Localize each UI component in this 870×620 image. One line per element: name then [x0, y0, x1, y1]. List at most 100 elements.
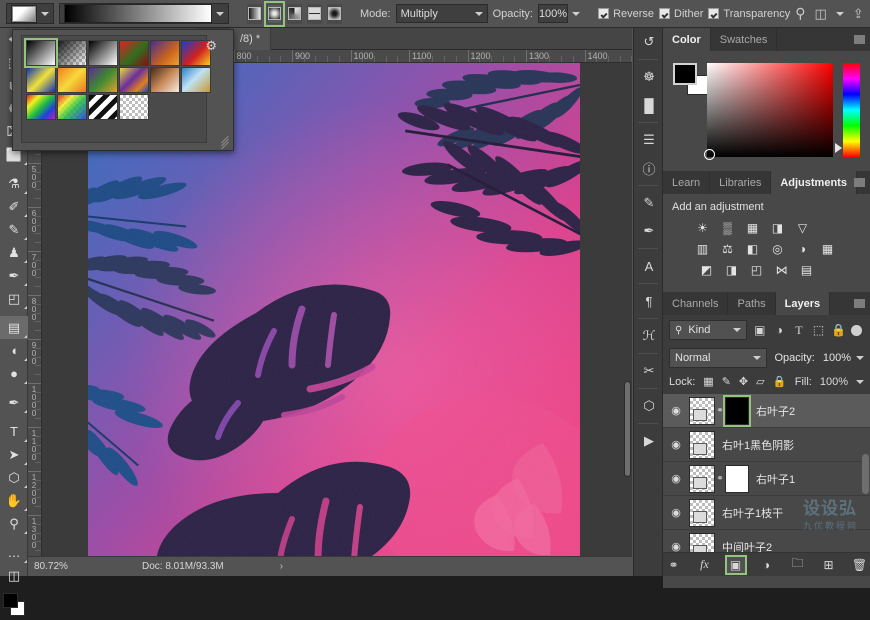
fill-value[interactable]: 100%: [820, 376, 848, 388]
layer-thumbnail[interactable]: [689, 396, 715, 425]
clone-stamp-tool[interactable]: ♟: [0, 241, 28, 264]
panel-icon-rail[interactable]: ↺ ☸ █ ☰ ⓘ ✎ ✒ A ¶ ℋ ✂ ⬡ ▶: [633, 28, 663, 576]
share-icon[interactable]: ⇪: [853, 6, 864, 22]
layer-mask-thumbnail[interactable]: [725, 464, 749, 493]
resize-grip[interactable]: [220, 135, 230, 150]
lock-transparent-pixels-icon[interactable]: ▦: [703, 375, 713, 388]
link-layers-icon[interactable]: ⚭: [665, 557, 683, 573]
scrollbar-thumb[interactable]: [624, 381, 631, 477]
tool-flyout-triangle-icon[interactable]: [24, 410, 27, 413]
layer-mask-thumbnail[interactable]: [723, 394, 751, 427]
blur-tool[interactable]: ◖: [0, 339, 28, 362]
transparency-checkbox[interactable]: Transparency: [708, 8, 790, 20]
tool-flyout-triangle-icon[interactable]: [24, 162, 27, 165]
gradient-preset-swatch[interactable]: [11, 4, 37, 23]
eraser-tool[interactable]: ◰: [0, 287, 28, 310]
color-balance-icon[interactable]: ⚖: [719, 241, 736, 256]
history-icon[interactable]: ↺: [634, 28, 664, 56]
tool-flyout-triangle-icon[interactable]: [24, 381, 27, 384]
adjustment-icon-rows[interactable]: ☀ ▒ ▦ ◨ ▽ ▥ ⚖ ◧ ◎ ◑ ▦ ◩ ◨ ◰ ⋈ ▤: [672, 220, 861, 277]
color-field[interactable]: [704, 63, 833, 160]
gradient-preview[interactable]: [64, 4, 212, 23]
history-brush-tool[interactable]: ✒: [0, 264, 28, 287]
tab-learn[interactable]: Learn: [663, 171, 711, 194]
chevron-down-icon[interactable]: [856, 356, 864, 360]
layer-thumbnail[interactable]: [689, 430, 715, 459]
gradient-swatch-red-green[interactable]: [119, 40, 149, 66]
chevron-down-icon[interactable]: [572, 11, 581, 16]
tool-flyout-triangle-icon[interactable]: [24, 358, 27, 361]
chevron-down-icon[interactable]: [732, 328, 741, 332]
layer-style-icon[interactable]: fx: [696, 557, 714, 573]
gradient-swatch-neutral-density[interactable]: [119, 94, 149, 120]
gradient-swatch-foreground-to-transparent[interactable]: [57, 40, 87, 66]
brightness-contrast-icon[interactable]: ☀: [694, 220, 711, 235]
layer-mask-link-icon[interactable]: ⚭: [715, 473, 725, 484]
tool-flyout-triangle-icon[interactable]: [24, 462, 27, 465]
color-panel-tabs[interactable]: Color Swatches: [663, 28, 870, 51]
tool-flyout-triangle-icon[interactable]: [24, 560, 27, 563]
reverse-checkbox[interactable]: Reverse: [598, 8, 654, 20]
gradient-editor-strip[interactable]: [59, 3, 229, 24]
panel-menu-icon[interactable]: [854, 299, 865, 308]
tool-flyout-triangle-icon[interactable]: [24, 439, 27, 442]
paragraph-icon[interactable]: ¶: [634, 287, 664, 315]
angle-gradient-button[interactable]: [287, 3, 302, 24]
gradient-swatch-spectrum[interactable]: [26, 94, 56, 120]
tool-flyout-triangle-icon[interactable]: [24, 237, 27, 240]
character-icon[interactable]: A: [634, 252, 664, 280]
layer-blend-mode-select[interactable]: Normal: [669, 348, 767, 368]
color-lookup-icon[interactable]: ▦: [819, 241, 836, 256]
filter-smart-object-icon[interactable]: 🔒: [831, 323, 846, 337]
checkbox-box[interactable]: [708, 8, 720, 19]
gradient-swatch-yellow-violet-orange-blue[interactable]: [119, 67, 149, 93]
glyphs-icon[interactable]: ℋ: [634, 322, 664, 350]
gradient-swatch-chrome[interactable]: [181, 67, 211, 93]
zoom-level[interactable]: 80.72%: [28, 561, 86, 572]
pen-tool[interactable]: ✒: [0, 391, 28, 414]
tool-presets-icon[interactable]: ✂: [634, 357, 664, 385]
canvas-vertical-scrollbar[interactable]: [623, 63, 632, 556]
tab-paths[interactable]: Paths: [728, 292, 776, 315]
filter-pixel-icon[interactable]: ▣: [753, 323, 767, 337]
layer-name[interactable]: 右叶子1枝干: [722, 505, 783, 521]
table-row[interactable]: ◉ 右叶子1枝干: [663, 496, 870, 530]
curves-icon[interactable]: ▦: [744, 220, 761, 235]
layer-filter-row[interactable]: ⚲ Kind ▣ ◑ T ⬚ 🔒: [663, 315, 870, 345]
spot-healing-brush-tool[interactable]: ✐: [0, 195, 28, 218]
scrollbar-thumb[interactable]: [862, 454, 869, 494]
layer-visibility-eye-icon[interactable]: ◉: [663, 506, 689, 519]
layer-opacity-value[interactable]: 100%: [819, 348, 851, 368]
filter-toggle-switch[interactable]: [851, 324, 862, 336]
status-chevron-icon[interactable]: ›: [280, 561, 283, 572]
layers-panel-tabs[interactable]: Channels Paths Layers: [663, 292, 870, 315]
polygon-tool[interactable]: ⬡: [0, 466, 28, 489]
chevron-down-icon[interactable]: [216, 11, 224, 16]
gradient-tool[interactable]: ▤: [0, 316, 28, 339]
filter-adjustment-icon[interactable]: ◑: [773, 323, 787, 337]
invert-icon[interactable]: ◩: [698, 262, 715, 277]
layer-name[interactable]: 右叶1黑色阴影: [722, 437, 794, 453]
document-tab[interactable]: /8) *: [230, 28, 272, 50]
gear-icon[interactable]: ⚙: [205, 38, 217, 54]
layers-panel-footer[interactable]: ⚭ fx ▣ ◑ 🗀 ⊞ 🗑: [663, 552, 870, 576]
eyedropper-tool[interactable]: ⚗: [0, 172, 28, 195]
gradient-swatch-black-white[interactable]: [88, 40, 118, 66]
color-wheel-icon[interactable]: ☸: [634, 63, 664, 91]
channel-mixer-icon[interactable]: ◑: [794, 241, 811, 256]
threshold-icon[interactable]: ◰: [748, 262, 765, 277]
tool-flyout-triangle-icon[interactable]: [24, 283, 27, 286]
filter-type-icon[interactable]: T: [792, 323, 806, 338]
chevron-down-icon[interactable]: [856, 379, 864, 384]
gradient-swatch-foreground-to-background[interactable]: [24, 38, 58, 68]
layer-visibility-eye-icon[interactable]: ◉: [663, 472, 689, 485]
chevron-down-icon[interactable]: [474, 11, 483, 16]
dither-checkbox[interactable]: Dither: [659, 8, 703, 20]
panel-menu-icon[interactable]: [854, 178, 865, 187]
lock-image-pixels-icon[interactable]: ✎: [722, 375, 731, 388]
actions-icon[interactable]: ▶: [634, 427, 664, 455]
add-layer-mask-icon[interactable]: ▣: [724, 554, 747, 575]
info-icon[interactable]: ⓘ: [634, 154, 664, 182]
3d-icon[interactable]: ⬡: [634, 392, 664, 420]
exposure-icon[interactable]: ◨: [769, 220, 786, 235]
